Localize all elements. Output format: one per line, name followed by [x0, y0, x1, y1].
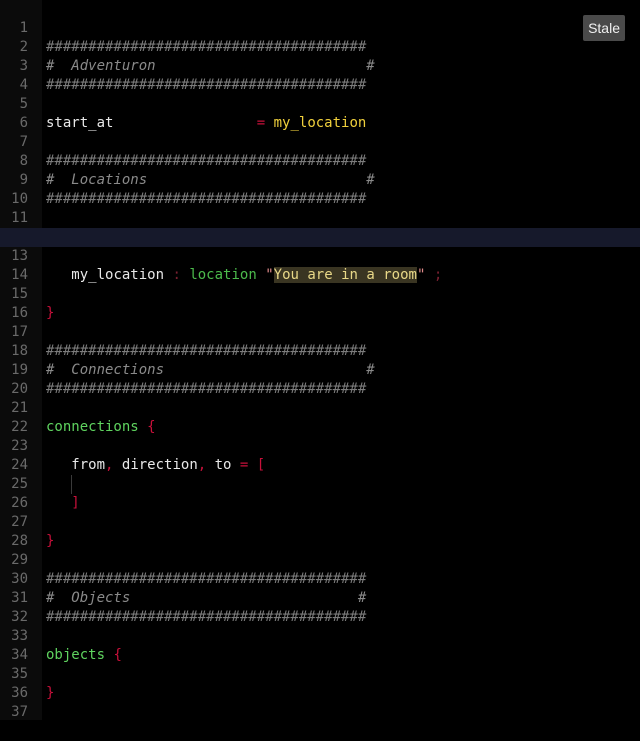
code-line[interactable]: 17 #####################################…: [0, 304, 640, 359]
code-line[interactable]: 37: [0, 684, 640, 720]
code-line[interactable]: 11 locations {: [0, 190, 640, 245]
code-editor[interactable]: 1 ######################################…: [0, 0, 640, 720]
code-line[interactable]: 26: [0, 475, 640, 511]
code-line[interactable]: 33 objects {: [0, 608, 640, 663]
code-line[interactable]: 1 ######################################: [0, 0, 640, 55]
code-line[interactable]: 8 # Locations #: [0, 133, 640, 188]
code-line[interactable]: 24: [0, 437, 640, 494]
code-line[interactable]: 16: [0, 285, 640, 321]
code-line[interactable]: 20: [0, 361, 640, 397]
code-line[interactable]: 3 ######################################: [0, 38, 640, 93]
code-line[interactable]: 9 ######################################: [0, 152, 640, 207]
code-line[interactable]: 5 start_at = my_location: [0, 76, 640, 131]
code-line[interactable]: 36: [0, 665, 640, 701]
line-number: 37: [11, 704, 28, 720]
code-line-active[interactable]: 13 my_location : location "You are in a …: [0, 228, 640, 283]
code-line[interactable]: 18 # Connections #: [0, 323, 640, 378]
code-line[interactable]: 29 #####################################…: [0, 532, 640, 587]
code-line[interactable]: 15 }: [0, 266, 640, 321]
code-line[interactable]: 19 #####################################…: [0, 342, 640, 397]
code-line[interactable]: 10: [0, 171, 640, 207]
code-line[interactable]: 7 ######################################: [0, 114, 640, 169]
code-line[interactable]: 21 connections {: [0, 380, 640, 435]
code-line[interactable]: 27 }: [0, 494, 640, 549]
code-line[interactable]: 12: [0, 209, 640, 245]
code-line[interactable]: 32: [0, 589, 640, 625]
code-line[interactable]: 35 }: [0, 646, 640, 701]
code-line[interactable]: 34: [0, 627, 640, 663]
code-line[interactable]: 31 #####################################…: [0, 570, 640, 625]
code-line[interactable]: 23 from, direction, to = [: [0, 418, 640, 473]
code-line[interactable]: 30 # Objects #: [0, 551, 640, 606]
code-line[interactable]: 4: [0, 57, 640, 93]
code-line[interactable]: 25 ]: [0, 456, 640, 511]
code-line[interactable]: 14: [0, 247, 640, 283]
code-line[interactable]: 2 # Adventuron #: [0, 19, 640, 74]
code-line[interactable]: 28: [0, 513, 640, 549]
stale-status-badge[interactable]: Stale: [583, 15, 625, 41]
code-line[interactable]: 22: [0, 399, 640, 435]
code-line[interactable]: 6: [0, 95, 640, 131]
